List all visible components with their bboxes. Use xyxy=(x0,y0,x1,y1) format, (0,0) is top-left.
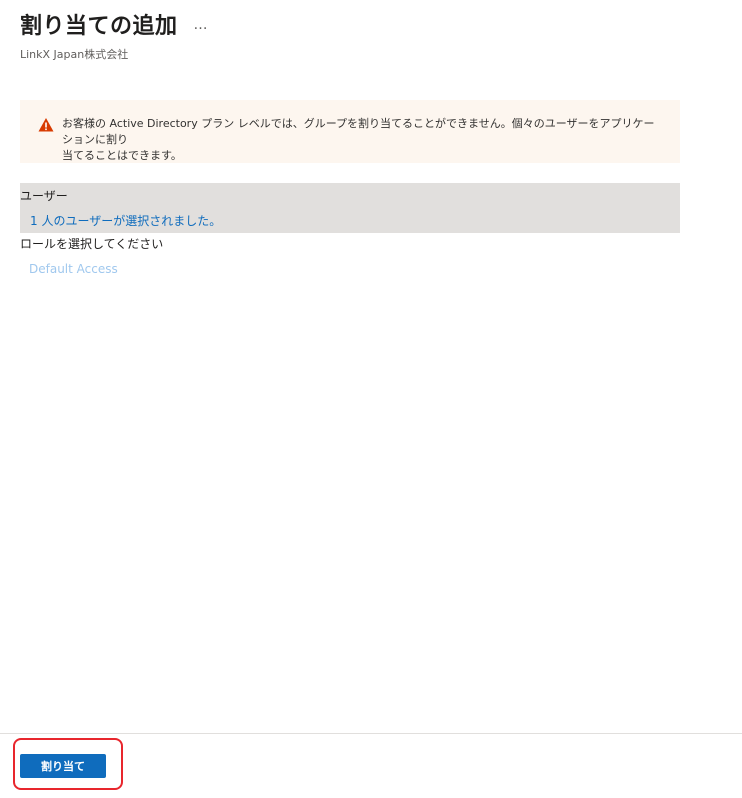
footer-divider xyxy=(0,733,742,734)
assign-button[interactable]: 割り当て xyxy=(20,754,106,778)
warning-message-line1: お客様の Active Directory プラン レベルでは、グループを割り当… xyxy=(62,117,655,146)
warning-message-line2: 当てることはできます。 xyxy=(62,149,182,162)
role-label: ロールを選択してください xyxy=(20,237,164,251)
warning-banner: お客様の Active Directory プラン レベルでは、グループを割り当… xyxy=(20,100,680,163)
warning-message: お客様の Active Directory プラン レベルでは、グループを割り当… xyxy=(62,116,664,164)
blade-header: 割り当ての追加 … LinkX Japan株式会社 xyxy=(20,8,720,62)
users-selected-link[interactable]: 1 人のユーザーが選択されました。 xyxy=(30,212,221,229)
tenant-subtitle: LinkX Japan株式会社 xyxy=(20,48,129,61)
page-title: 割り当ての追加 xyxy=(20,14,178,39)
warning-triangle-icon xyxy=(38,118,54,132)
users-label: ユーザー xyxy=(20,189,68,203)
title-row: 割り当ての追加 … xyxy=(20,8,720,40)
more-options-button[interactable]: … xyxy=(194,17,209,33)
role-selected-link[interactable]: Default Access xyxy=(29,262,118,276)
users-section: ユーザー 1 人のユーザーが選択されました。 xyxy=(20,183,680,233)
